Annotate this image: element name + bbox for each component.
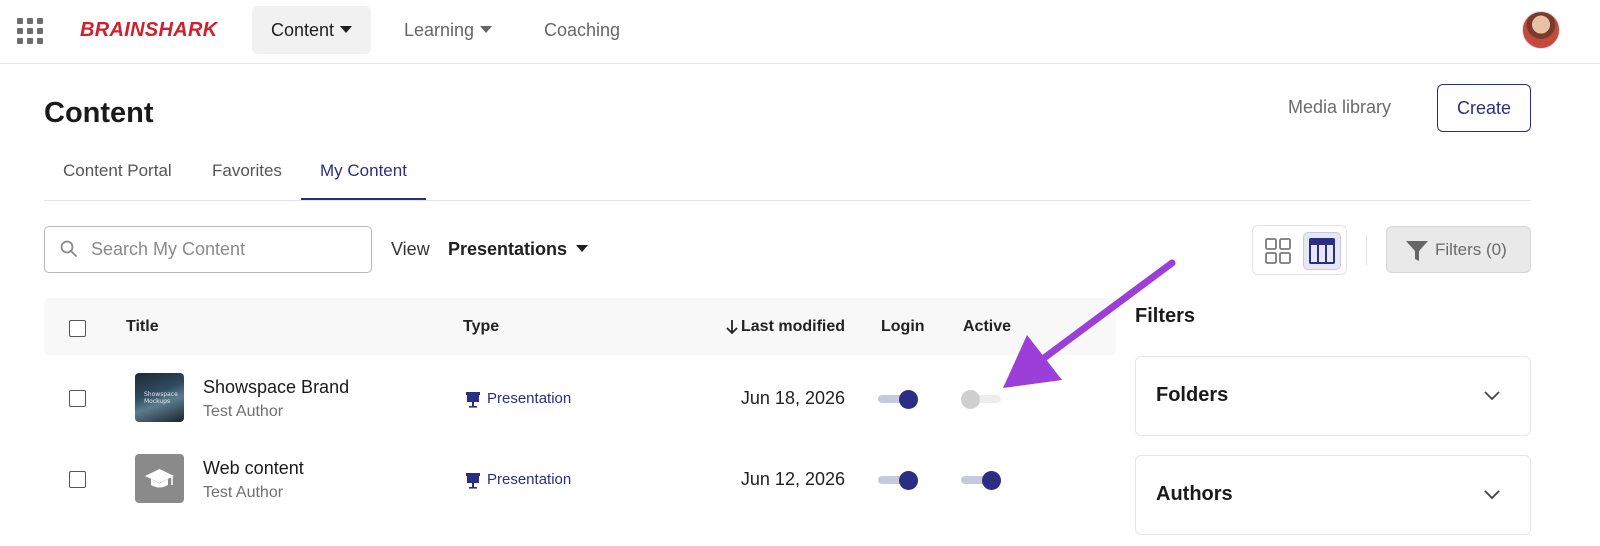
filter-folders[interactable]: Folders — [1135, 356, 1531, 436]
media-library-link[interactable]: Media library — [1288, 97, 1391, 118]
filter-authors[interactable]: Authors — [1135, 455, 1531, 535]
layout-toggle — [1252, 225, 1347, 275]
user-avatar[interactable] — [1522, 11, 1560, 49]
nav-coaching-label: Coaching — [544, 20, 621, 40]
graduation-cap-icon — [145, 469, 174, 488]
col-login[interactable]: Login — [881, 298, 925, 355]
nav-coaching[interactable]: Coaching — [525, 6, 639, 54]
filters-button-label: Filters (0) — [1435, 240, 1507, 259]
tab-my-content[interactable]: My Content — [301, 150, 426, 200]
chevron-down-icon — [1484, 490, 1500, 500]
filter-funnel-icon — [1406, 241, 1428, 261]
content-tabs: Content Portal Favorites My Content — [44, 150, 1531, 201]
row-checkbox[interactable] — [69, 390, 86, 407]
top-nav-bar: BRAINSHARK Content Learning Coaching — [0, 0, 1600, 64]
grid-view-icon — [1265, 238, 1291, 264]
active-toggle[interactable] — [961, 390, 1001, 409]
filter-folders-label: Folders — [1156, 384, 1229, 406]
search-box — [44, 226, 372, 273]
row-checkbox[interactable] — [69, 471, 86, 488]
brainshark-logo[interactable]: BRAINSHARK — [80, 19, 217, 42]
active-toggle[interactable] — [961, 471, 1001, 490]
caret-down-icon — [576, 244, 589, 252]
sort-down-arrow-icon — [726, 320, 738, 335]
view-select-value: Presentations — [448, 239, 568, 259]
thumbnail-text: Showspace Mockups — [144, 391, 178, 405]
nav-content-label: Content — [271, 20, 335, 40]
last-modified-date: Jun 12, 2026 — [740, 469, 845, 489]
content-thumbnail — [135, 454, 184, 503]
table-view-icon — [1309, 238, 1335, 264]
caret-down-icon — [480, 25, 493, 33]
filters-panel-title: Filters — [1135, 305, 1196, 327]
row-title[interactable]: Web content — [203, 458, 304, 479]
last-modified-date: Jun 18, 2026 — [740, 388, 845, 408]
login-toggle[interactable] — [878, 390, 918, 409]
grid-view-button[interactable] — [1259, 232, 1297, 270]
chevron-down-icon — [1484, 391, 1500, 401]
login-toggle[interactable] — [878, 471, 918, 490]
view-label: View — [391, 239, 430, 259]
table-row[interactable]: Showspace Mockups Showspace Brand Test A… — [44, 358, 1116, 439]
toolbar-divider — [1366, 235, 1367, 265]
nav-learning[interactable]: Learning — [385, 6, 511, 54]
type-label: Presentation — [487, 471, 572, 488]
apps-grid-icon[interactable] — [17, 18, 43, 44]
presentation-icon — [466, 392, 480, 408]
type-label: Presentation — [487, 390, 572, 407]
col-title[interactable]: Title — [126, 298, 159, 355]
caret-down-icon — [340, 25, 353, 33]
row-author: Test Author — [203, 403, 284, 420]
tab-favorites[interactable]: Favorites — [193, 150, 301, 200]
table-row[interactable]: Web content Test Author Presentation Jun… — [44, 439, 1116, 520]
page-title: Content — [44, 97, 154, 129]
search-input[interactable] — [91, 227, 361, 271]
table-header: Title Type Last modified Login Active — [44, 298, 1116, 355]
filter-authors-label: Authors — [1156, 483, 1233, 505]
view-select[interactable]: Presentations — [448, 239, 589, 260]
table-view-button[interactable] — [1303, 232, 1341, 270]
col-active[interactable]: Active — [963, 298, 1011, 355]
create-button[interactable]: Create — [1437, 84, 1531, 132]
col-type[interactable]: Type — [463, 298, 499, 355]
col-last-modified-label: Last modified — [741, 318, 846, 335]
search-icon — [60, 240, 77, 257]
presentation-icon — [466, 473, 480, 489]
filters-button[interactable]: Filters (0) — [1386, 226, 1531, 273]
row-title[interactable]: Showspace Brand — [203, 377, 349, 398]
content-thumbnail: Showspace Mockups — [135, 373, 184, 422]
nav-content[interactable]: Content — [252, 6, 372, 54]
nav-learning-label: Learning — [404, 20, 475, 40]
select-all-checkbox[interactable] — [69, 320, 86, 337]
row-author: Test Author — [203, 484, 284, 501]
tab-content-portal[interactable]: Content Portal — [44, 150, 191, 200]
